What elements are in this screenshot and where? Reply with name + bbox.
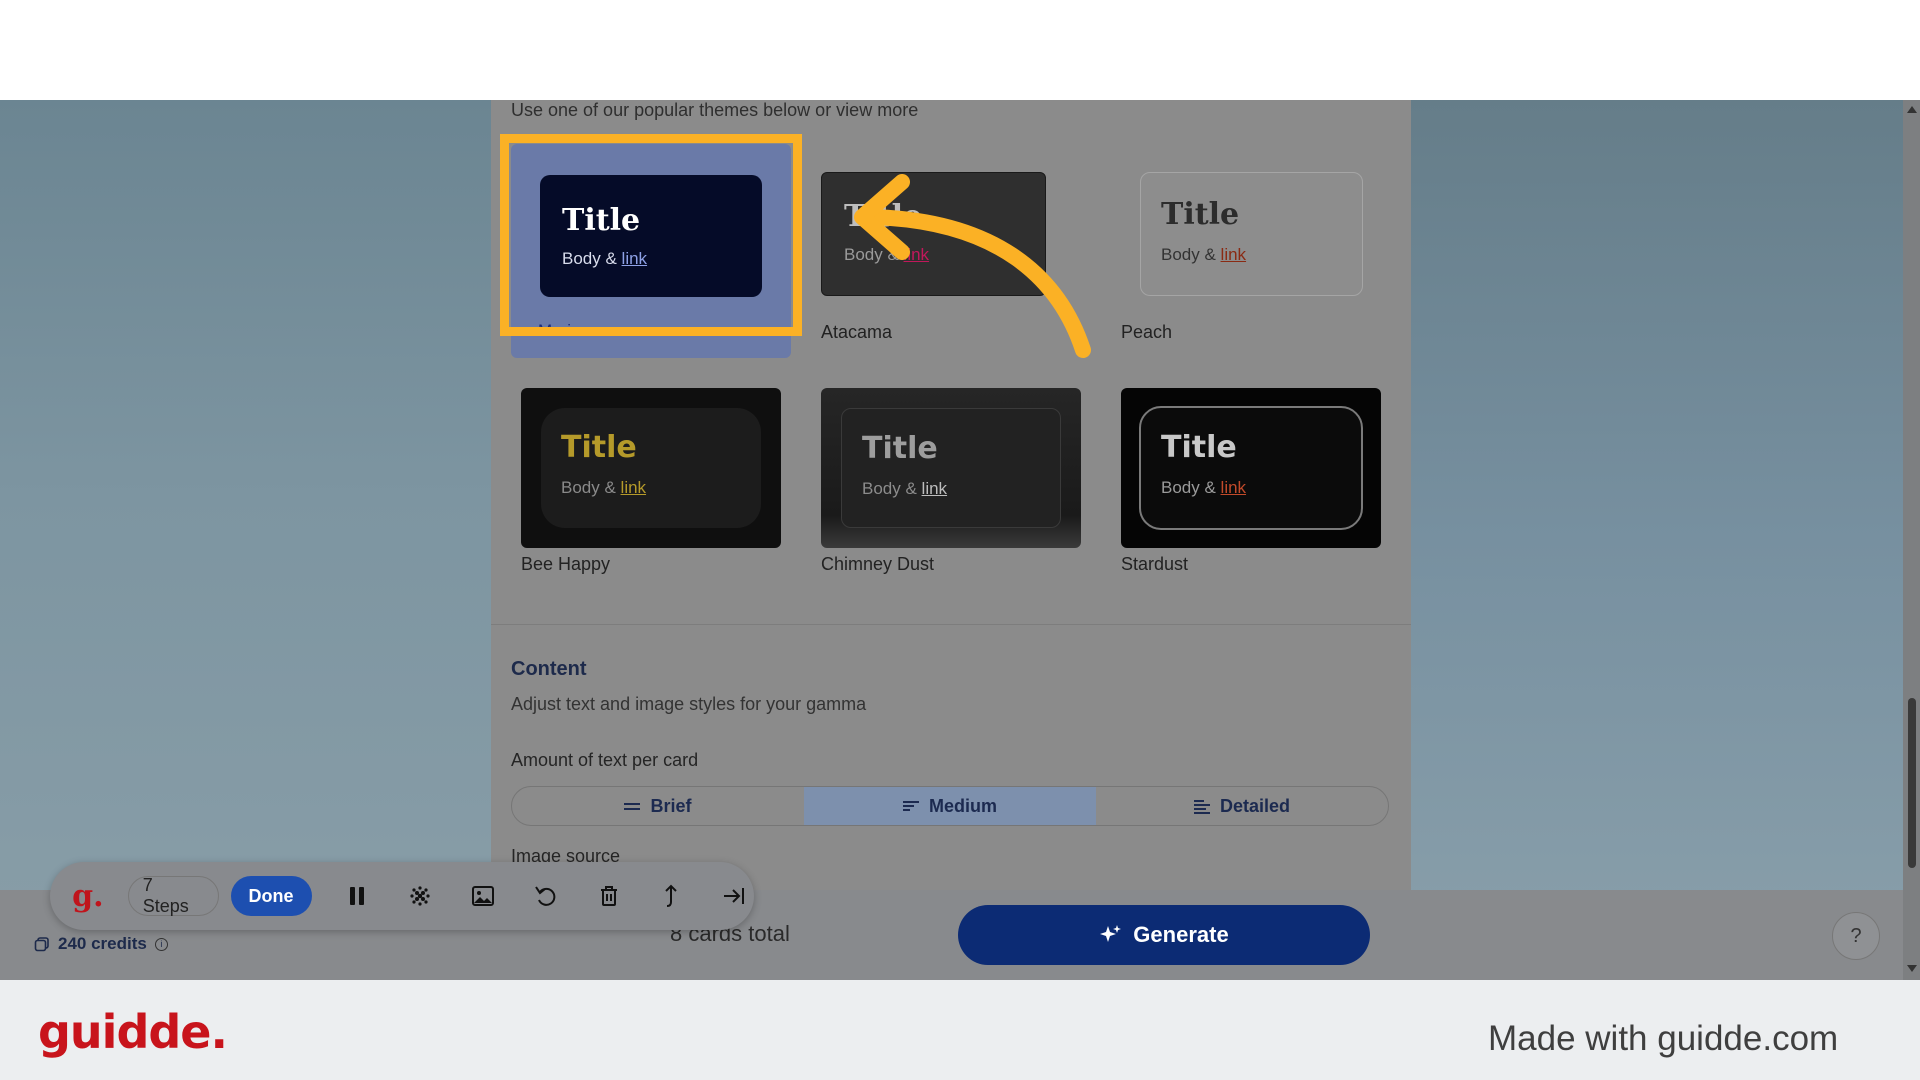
pointer-arrow-icon — [854, 174, 1091, 358]
theme-preview: Title Body & link — [841, 408, 1061, 528]
pause-button[interactable] — [338, 876, 378, 916]
option-detailed-label: Detailed — [1219, 795, 1291, 816]
sparkle-icon — [1100, 925, 1122, 942]
page: Use one of our popular themes below or v… — [0, 0, 1920, 1080]
trash-icon — [600, 886, 617, 906]
credits-text: 240 credits — [58, 934, 147, 953]
lines-icon — [624, 800, 641, 812]
credits-indicator: 240 credits i — [34, 934, 168, 954]
preview-title: Title — [862, 431, 938, 466]
align-left-icon — [902, 800, 919, 812]
theme-name-chimney-dust: Chimney Dust — [821, 554, 935, 574]
option-brief-label: Brief — [650, 795, 692, 816]
generate-label: Generate — [1133, 922, 1229, 947]
align-left-detailed-icon — [1193, 800, 1210, 814]
themes-hint: Use one of our popular themes below or v… — [511, 100, 919, 120]
option-detailed[interactable]: Detailed — [1096, 787, 1388, 825]
theme-name-peach: Peach — [1121, 322, 1173, 342]
steps-counter[interactable]: 7 Steps — [127, 875, 219, 916]
theme-preview: Title Body & link — [541, 408, 761, 528]
generate-button[interactable]: Generate — [958, 905, 1370, 965]
screenshot-area: Use one of our popular themes below or v… — [0, 100, 1920, 980]
preview-body: Body & link — [862, 479, 948, 498]
share-button[interactable] — [651, 876, 691, 916]
option-medium-label: Medium — [928, 795, 997, 816]
theme-preview: Title Body & link — [1139, 406, 1363, 530]
highlight-box — [500, 134, 802, 336]
skip-to-end-icon — [724, 888, 745, 904]
theme-card-chimney-dust[interactable]: Title Body & link — [821, 388, 1081, 548]
upload-arrow-icon — [665, 884, 678, 907]
content-section-title: Content — [511, 658, 587, 680]
pause-icon — [350, 887, 365, 905]
guidde-logo: g. — [72, 878, 104, 914]
top-band — [0, 0, 1920, 100]
recorder-toolbar: g. 7 Steps Done — [50, 862, 754, 930]
content-section-subtitle: Adjust text and image styles for your ga… — [511, 694, 867, 714]
undo-icon — [534, 886, 556, 906]
preview-body: Body & link — [1161, 245, 1247, 264]
theme-name-stardust: Stardust — [1121, 554, 1189, 574]
made-with-text: Made with guidde.com — [1488, 1019, 1839, 1058]
scroll-thumb[interactable] — [1908, 698, 1916, 868]
background-right — [1411, 100, 1903, 980]
theme-card-stardust[interactable]: Title Body & link — [1121, 388, 1381, 548]
option-medium[interactable]: Medium — [804, 787, 1096, 825]
preview-title: Title — [1161, 430, 1237, 465]
scrollbar[interactable] — [1903, 100, 1920, 980]
undo-button[interactable] — [526, 876, 566, 916]
amount-of-text-label: Amount of text per card — [511, 750, 699, 770]
image-button[interactable] — [463, 876, 503, 916]
text-amount-selector: Brief Medium Detailed — [511, 786, 1389, 826]
blur-button[interactable] — [400, 876, 440, 916]
delete-button[interactable] — [589, 876, 629, 916]
preview-title: Title — [1161, 197, 1240, 232]
help-button[interactable]: ? — [1832, 912, 1880, 960]
background-left — [0, 100, 491, 980]
scroll-up-arrow[interactable] — [1907, 106, 1917, 113]
skip-button[interactable] — [714, 876, 754, 916]
guidde-brand-logo: guidde. — [38, 1005, 228, 1059]
info-icon[interactable]: i — [154, 937, 168, 951]
theme-name-bee-happy: Bee Happy — [521, 554, 611, 574]
blur-icon — [410, 886, 430, 906]
option-brief[interactable]: Brief — [512, 787, 804, 825]
done-button[interactable]: Done — [230, 876, 312, 916]
scroll-down-arrow[interactable] — [1907, 965, 1917, 972]
theme-card-peach[interactable]: Title Body & link — [1140, 172, 1363, 296]
image-icon — [471, 886, 494, 906]
preview-body: Body & link — [561, 478, 647, 497]
credits-icon — [34, 937, 49, 952]
preview-body: Body & link — [1161, 478, 1247, 497]
theme-card-bee-happy[interactable]: Title Body & link — [521, 388, 781, 548]
preview-title: Title — [561, 430, 637, 465]
section-divider — [491, 624, 1411, 625]
